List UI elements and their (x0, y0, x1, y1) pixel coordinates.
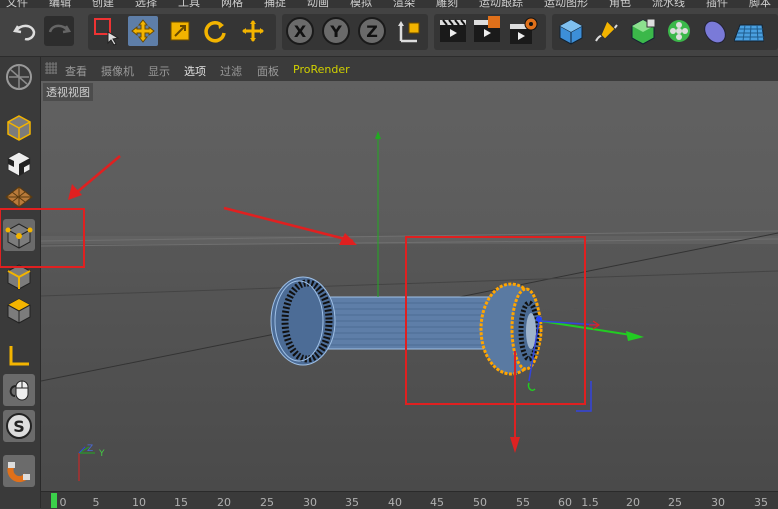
timeline-tick-label: 15 (174, 496, 188, 509)
render-view-icon[interactable] (438, 16, 468, 46)
timeline-ruler[interactable]: 0 5 10 15 20 25 30 35 40 45 50 55 60 1.5 20 25 30 35 (41, 491, 778, 509)
menu-item[interactable]: 网格 (221, 0, 243, 8)
magnet-icon[interactable] (3, 455, 35, 487)
viewport-scene: Z Y (41, 131, 778, 481)
menu-item[interactable]: 运动跟踪 (479, 0, 523, 8)
timeline-tick-label: 5 (92, 496, 100, 509)
timeline-tick-label: 10 (132, 496, 146, 509)
subdivision-surface-icon[interactable] (628, 16, 658, 46)
menu-item[interactable]: 模拟 (350, 0, 372, 8)
texture-mode-icon[interactable] (3, 147, 35, 179)
deformer-icon[interactable] (700, 16, 730, 46)
tweak-mode-icon[interactable] (3, 374, 35, 406)
timeline-tick-label: 25 (668, 496, 682, 509)
axis-mode-icon[interactable] (3, 340, 35, 372)
viewport-menu-filter[interactable]: 过滤 (220, 63, 242, 79)
undo-icon[interactable] (10, 16, 40, 46)
snap-icon[interactable]: S (3, 410, 35, 442)
coordinate-system-icon[interactable] (394, 16, 424, 46)
timeline-tick-label: 25 (260, 496, 274, 509)
gizmo-z-label: Z (87, 444, 93, 454)
workplane-icon[interactable] (3, 181, 35, 213)
timeline-tick-label: 45 (430, 496, 444, 509)
menu-items: 文件编辑创建选择工具网格捕捉动画模拟渲染雕刻运动跟踪运动图形角色流水线插件脚本窗… (6, 0, 778, 8)
cloner-icon[interactable] (664, 16, 694, 46)
menu-item[interactable]: 文件 (6, 0, 28, 8)
make-editable-icon[interactable] (3, 61, 35, 93)
menu-item[interactable]: 动画 (307, 0, 329, 8)
menu-bar: 文件编辑创建选择工具网格捕捉动画模拟渲染雕刻运动跟踪运动图形角色流水线插件脚本窗… (0, 0, 778, 8)
floor-plane-icon[interactable] (734, 16, 764, 46)
y-axis-lock-icon[interactable]: Y (322, 17, 350, 45)
model-mode-icon[interactable] (3, 111, 35, 143)
viewport-menu-camera[interactable]: 摄像机 (101, 63, 134, 79)
render-settings-icon[interactable] (508, 16, 538, 46)
points-mode-icon[interactable] (3, 219, 35, 251)
move-icon[interactable] (128, 16, 158, 46)
timeline-tick-label: 20 (626, 496, 640, 509)
perspective-viewport[interactable]: Z Y 透视视图 (41, 81, 778, 491)
pen-spline-icon[interactable] (592, 16, 622, 46)
cube-primitive-icon[interactable] (556, 16, 586, 46)
viewport-menu-panel[interactable]: 面板 (257, 63, 279, 79)
menu-item[interactable]: 运动图形 (544, 0, 588, 8)
viewport-menu-bar: 查看 摄像机 显示 选项 过滤 面板 ProRender (41, 57, 778, 81)
edges-mode-icon[interactable] (3, 260, 35, 292)
main-toolbar: X Y Z (0, 8, 778, 57)
menu-item[interactable]: 流水线 (652, 0, 685, 8)
timeline-tick-label: 35 (754, 496, 768, 509)
timeline-tick-label: 40 (388, 496, 402, 509)
menu-item[interactable]: 编辑 (49, 0, 71, 8)
timeline-tick-label: 20 (217, 496, 231, 509)
menu-item[interactable]: 创建 (92, 0, 114, 8)
menu-item[interactable]: 插件 (706, 0, 728, 8)
timeline-tick-label: 50 (473, 496, 487, 509)
viewport-menu-prorender[interactable]: ProRender (293, 63, 350, 76)
z-axis-lock-icon[interactable]: Z (358, 17, 386, 45)
menu-item[interactable]: 脚本 (749, 0, 771, 8)
timeline-tick-label: 30 (711, 496, 725, 509)
polygons-mode-icon[interactable] (3, 294, 35, 326)
timeline-tick-label: 0 (59, 496, 67, 509)
mode-sidebar: S (0, 57, 41, 508)
viewport-title: 透视视图 (43, 83, 93, 101)
world-axis-indicator: Z Y (78, 444, 105, 481)
viewport-menu-view[interactable]: 查看 (65, 63, 87, 79)
menu-item[interactable]: 选择 (135, 0, 157, 8)
live-select-icon[interactable] (92, 16, 122, 46)
timeline-tick-label: 35 (345, 496, 359, 509)
timeline-tick-label: 55 (516, 496, 530, 509)
playhead[interactable] (51, 493, 57, 508)
menu-item[interactable]: 捕捉 (264, 0, 286, 8)
viewport-grip-icon[interactable] (45, 62, 57, 77)
timeline-tick-label: 60 (558, 496, 572, 509)
menu-item[interactable]: 渲染 (393, 0, 415, 8)
render-picture-viewer-icon[interactable] (472, 16, 502, 46)
menu-item[interactable]: 雕刻 (436, 0, 458, 8)
x-axis-lock-icon[interactable]: X (286, 17, 314, 45)
timeline-tick-label: 1.5 (581, 496, 599, 509)
recent-tool-icon[interactable] (238, 16, 268, 46)
viewport-menu-options[interactable]: 选项 (184, 63, 206, 79)
menu-item[interactable]: 角色 (609, 0, 631, 8)
redo-icon[interactable] (44, 16, 74, 46)
svg-text:S: S (13, 417, 25, 436)
scale-icon[interactable] (165, 16, 195, 46)
viewport-menu-display[interactable]: 显示 (148, 63, 170, 79)
rotate-icon[interactable] (200, 16, 230, 46)
timeline-tick-label: 30 (303, 496, 317, 509)
menu-item[interactable]: 工具 (178, 0, 200, 8)
gizmo-y-label: Y (98, 449, 105, 459)
